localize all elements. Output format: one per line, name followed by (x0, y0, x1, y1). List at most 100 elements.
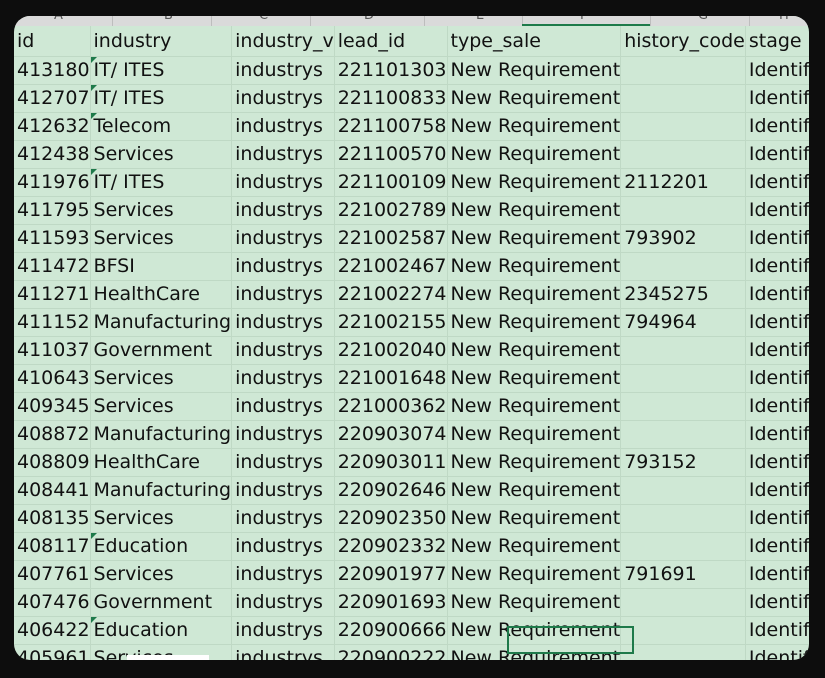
cell-industry[interactable]: Services (90, 364, 233, 393)
cell-lead_id[interactable]: 221001648 (334, 364, 448, 393)
cell-industry_v[interactable]: industrys (231, 504, 335, 533)
cell-stage[interactable]: Identified (745, 224, 809, 253)
cell-type_sale[interactable]: New Requirement (447, 364, 622, 393)
cell-history_code[interactable]: 793902 (620, 224, 746, 253)
cell-industry_v[interactable]: industrys (231, 280, 335, 309)
cell-industry_v[interactable]: industrys (231, 196, 335, 225)
cell-history_code[interactable] (620, 588, 746, 617)
column-header-stage[interactable]: stage (745, 26, 809, 57)
cell-stage[interactable]: Identified (745, 84, 809, 113)
cell-lead_id[interactable]: 221100758 (334, 112, 448, 141)
cell-history_code[interactable] (620, 476, 746, 505)
cell-id[interactable]: 410643 (14, 364, 91, 393)
cell-stage[interactable]: Identified (745, 420, 809, 449)
column-header-id[interactable]: id (14, 26, 91, 57)
cell-lead_id[interactable]: 220900222 (334, 644, 448, 660)
cell-industry[interactable]: Services (90, 224, 233, 253)
cell-type_sale[interactable]: New Requirement (447, 280, 622, 309)
cell-industry_v[interactable]: industrys (231, 588, 335, 617)
cell-type_sale[interactable]: New Requirement (447, 560, 622, 589)
cell-history_code[interactable] (620, 56, 746, 85)
cell-industry[interactable]: BFSI (90, 252, 233, 281)
cell-industry[interactable]: IT/ ITES (90, 168, 233, 197)
cell-id[interactable]: 411037 (14, 336, 91, 365)
cell-stage[interactable]: Identified (745, 588, 809, 617)
cell-industry[interactable]: Services (90, 504, 233, 533)
cell-id[interactable]: 411593 (14, 224, 91, 253)
cell-id[interactable]: 407476 (14, 588, 91, 617)
cell-type_sale[interactable]: New Requirement (447, 196, 622, 225)
cell-stage[interactable]: Identified (745, 476, 809, 505)
cell-history_code[interactable] (620, 196, 746, 225)
cell-id[interactable]: 406422 (14, 616, 91, 645)
cell-industry[interactable]: Services (90, 392, 233, 421)
cell-stage[interactable]: Identified (745, 504, 809, 533)
cell-lead_id[interactable]: 220900666 (334, 616, 448, 645)
cell-lead_id[interactable]: 220901693 (334, 588, 448, 617)
cell-industry[interactable]: Services (90, 560, 233, 589)
cell-id[interactable]: 411472 (14, 252, 91, 281)
cell-history_code[interactable] (620, 84, 746, 113)
cell-stage[interactable]: Identified (745, 252, 809, 281)
cell-lead_id[interactable]: 220903074 (334, 420, 448, 449)
cell-id[interactable]: 408441 (14, 476, 91, 505)
cell-industry_v[interactable]: industrys (231, 616, 335, 645)
cell-history_code[interactable]: 794964 (620, 308, 746, 337)
cell-type_sale[interactable]: New Requirement (447, 588, 622, 617)
cell-industry[interactable]: IT/ ITES (90, 56, 233, 85)
cell-industry_v[interactable]: industrys (231, 224, 335, 253)
cell-industry_v[interactable]: industrys (231, 112, 335, 141)
cell-history_code[interactable] (620, 140, 746, 169)
cell-type_sale[interactable]: New Requirement (447, 168, 622, 197)
cell-history_code[interactable] (620, 336, 746, 365)
cell-industry[interactable]: Education (90, 532, 233, 561)
cell-stage[interactable]: Identified (745, 532, 809, 561)
cell-id[interactable]: 411976 (14, 168, 91, 197)
cell-lead_id[interactable]: 220901977 (334, 560, 448, 589)
cell-industry_v[interactable]: industrys (231, 420, 335, 449)
cell-industry[interactable]: Government (90, 336, 233, 365)
cell-industry_v[interactable]: industrys (231, 364, 335, 393)
cell-lead_id[interactable]: 221100833 (334, 84, 448, 113)
cell-stage[interactable]: Identified (745, 168, 809, 197)
column-letter[interactable]: D (364, 16, 374, 23)
cell-history_code[interactable] (620, 644, 746, 660)
cell-stage[interactable]: Identified (745, 644, 809, 660)
cell-stage[interactable]: Identified (745, 364, 809, 393)
cell-lead_id[interactable]: 221100109 (334, 168, 448, 197)
cell-lead_id[interactable]: 220902646 (334, 476, 448, 505)
cell-type_sale[interactable]: New Requirement (447, 84, 622, 113)
cell-id[interactable]: 411271 (14, 280, 91, 309)
column-header-lead_id[interactable]: lead_id (334, 26, 448, 57)
cell-type_sale[interactable]: New Requirement (447, 448, 622, 477)
cell-industry[interactable]: Manufacturing (90, 308, 233, 337)
cell-type_sale[interactable]: New Requirement (447, 224, 622, 253)
column-letter[interactable]: E (476, 16, 484, 23)
cell-industry_v[interactable]: industrys (231, 168, 335, 197)
column-letter[interactable]: B (164, 16, 173, 23)
cell-history_code[interactable] (620, 252, 746, 281)
cell-id[interactable]: 408117 (14, 532, 91, 561)
cell-stage[interactable]: Identified (745, 112, 809, 141)
cell-type_sale[interactable]: New Requirement (447, 476, 622, 505)
cell-industry[interactable]: IT/ ITES (90, 84, 233, 113)
cell-history_code[interactable]: 2345275 (620, 280, 746, 309)
cell-history_code[interactable] (620, 616, 746, 645)
column-letter[interactable]: H (779, 16, 789, 23)
cell-industry_v[interactable]: industrys (231, 392, 335, 421)
cell-lead_id[interactable]: 221000362 (334, 392, 448, 421)
cell-industry[interactable]: HealthCare (90, 280, 233, 309)
cell-history_code[interactable] (620, 364, 746, 393)
cell-industry[interactable]: HealthCare (90, 448, 233, 477)
cell-industry_v[interactable]: industrys (231, 644, 335, 660)
cell-type_sale[interactable]: New Requirement (447, 140, 622, 169)
cell-history_code[interactable] (620, 420, 746, 449)
column-header-type_sale[interactable]: type_sale (447, 26, 622, 57)
cell-industry_v[interactable]: industrys (231, 336, 335, 365)
cell-industry[interactable]: Manufacturing (90, 476, 233, 505)
cell-id[interactable]: 411152 (14, 308, 91, 337)
cell-lead_id[interactable]: 221002789 (334, 196, 448, 225)
cell-type_sale[interactable]: New Requirement (447, 420, 622, 449)
cell-history_code[interactable] (620, 504, 746, 533)
cell-stage[interactable]: Identified (745, 56, 809, 85)
